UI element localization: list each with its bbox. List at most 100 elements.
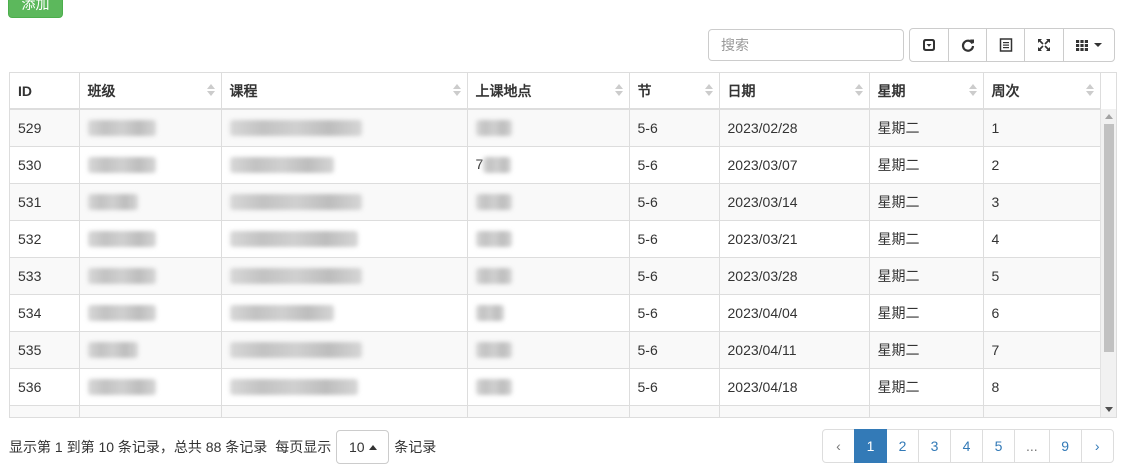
cell-id: 529 [10, 108, 80, 146]
redacted-content [87, 268, 156, 285]
cell-class [79, 145, 222, 183]
table-row[interactable]: 532 5-6 2023/03/21 星期二 4 [10, 219, 1101, 257]
cell-location [467, 293, 630, 331]
toggle-pagination-icon [923, 39, 935, 51]
redacted-content [229, 120, 362, 137]
page-3[interactable]: 3 [918, 429, 951, 463]
page-1[interactable]: 1 [854, 429, 887, 463]
cell-week-text: 3 [991, 193, 1000, 210]
cell-id-text: 531 [18, 193, 42, 210]
table-row[interactable]: 533 5-6 2023/03/28 星期二 5 [10, 256, 1101, 294]
column-header-date[interactable]: 日期 [719, 73, 870, 110]
cell-id-text: 533 [18, 267, 42, 284]
toggle-view-button[interactable] [986, 28, 1025, 62]
scroll-up-icon[interactable] [1105, 114, 1113, 119]
fullscreen-button[interactable] [1024, 28, 1064, 62]
cell-section: 5-6 [629, 330, 720, 368]
cell-date-text: 2023/03/21 [727, 230, 798, 247]
cell-week: 2 [983, 145, 1101, 183]
sort-icon [704, 84, 713, 96]
cell-week-text: 4 [991, 230, 1000, 247]
cell-weekday: 星期二 [869, 182, 984, 220]
toggle-pagination-button[interactable] [909, 28, 949, 62]
cell-section-text: 5-6 [637, 156, 658, 173]
cell-empty [869, 404, 984, 417]
table-row[interactable]: 536 5-6 2023/04/18 星期二 8 [10, 367, 1101, 405]
cell-location: 7 [467, 145, 630, 183]
caret-down-icon [1094, 43, 1102, 47]
search-input[interactable] [708, 29, 904, 61]
cell-date-text: 2023/02/28 [727, 119, 798, 136]
page-next[interactable]: › [1080, 429, 1114, 463]
cell-date-text: 2023/03/28 [727, 267, 798, 284]
table-row-partial [10, 404, 1101, 417]
redacted-content [229, 342, 362, 359]
cell-weekday: 星期二 [869, 219, 984, 257]
redacted-content [475, 268, 512, 285]
page-size-dropdown[interactable]: 10 [336, 430, 390, 464]
redacted-content [475, 231, 512, 248]
cell-id: 535 [10, 330, 80, 368]
page-2[interactable]: 2 [886, 429, 919, 463]
cell-empty [79, 404, 222, 417]
sort-icon [1085, 84, 1094, 96]
column-header-location[interactable]: 上课地点 [467, 73, 630, 110]
cell-weekday-text: 星期二 [877, 230, 920, 247]
cell-id: 532 [10, 219, 80, 257]
cell-date: 2023/04/04 [719, 293, 870, 331]
cell-date-text: 2023/04/18 [727, 378, 798, 395]
cell-section: 5-6 [629, 256, 720, 294]
redacted-content [229, 231, 358, 248]
data-table: ID 班级 课程 上课地点 节 日期 星期 周次 529 5-6 2023/02/2… [9, 72, 1117, 418]
cell-id: 536 [10, 367, 80, 405]
table-row[interactable]: 534 5-6 2023/04/04 星期二 6 [10, 293, 1101, 331]
refresh-button[interactable] [948, 28, 987, 62]
column-header-section[interactable]: 节 [629, 73, 720, 110]
column-header-week[interactable]: 周次 [983, 73, 1101, 110]
cell-class [79, 219, 222, 257]
cell-weekday: 星期二 [869, 330, 984, 368]
add-button[interactable]: 添加 [8, 0, 63, 18]
cell-weekday-text: 星期二 [877, 304, 920, 321]
column-header-id[interactable]: ID [10, 73, 80, 110]
cell-date: 2023/03/21 [719, 219, 870, 257]
cell-date: 2023/02/28 [719, 108, 870, 146]
page-ellipsis[interactable]: ... [1014, 429, 1050, 463]
page-9[interactable]: 9 [1048, 429, 1082, 463]
cell-section-text: 5-6 [637, 119, 658, 136]
table-row[interactable]: 531 5-6 2023/03/14 星期二 3 [10, 182, 1101, 220]
page-5[interactable]: 5 [982, 429, 1015, 463]
cell-class [79, 182, 222, 220]
table-row[interactable]: 529 5-6 2023/02/28 星期二 1 [10, 108, 1101, 146]
cell-class [79, 293, 222, 331]
cell-week: 8 [983, 367, 1101, 405]
cell-course [221, 367, 468, 405]
scroll-down-icon[interactable] [1105, 407, 1113, 412]
redacted-content [475, 342, 512, 359]
scrollbar-thumb[interactable] [1104, 124, 1114, 352]
columns-dropdown-button[interactable] [1063, 28, 1115, 62]
cell-week-text: 7 [991, 341, 1000, 358]
redacted-content [87, 120, 156, 137]
redacted-content [87, 231, 156, 248]
cell-id-text: 536 [18, 378, 42, 395]
table-row[interactable]: 535 5-6 2023/04/11 星期二 7 [10, 330, 1101, 368]
column-header-weekday[interactable]: 星期 [869, 73, 984, 110]
table-row[interactable]: 530 7 5-6 2023/03/07 星期二 2 [10, 145, 1101, 183]
redacted-content [229, 268, 362, 285]
sort-icon [452, 84, 461, 96]
cell-weekday: 星期二 [869, 256, 984, 294]
sort-icon [614, 84, 623, 96]
cell-date-text: 2023/04/04 [727, 304, 798, 321]
cell-location [467, 256, 630, 294]
column-header-course[interactable]: 课程 [221, 73, 468, 110]
vertical-scrollbar[interactable] [1100, 109, 1116, 417]
per-page-suffix: 条记录 [394, 439, 437, 455]
page-prev[interactable]: ‹ [822, 429, 855, 463]
cell-section: 5-6 [629, 145, 720, 183]
page-size-value: 10 [348, 439, 365, 455]
refresh-icon [961, 39, 974, 52]
page-4[interactable]: 4 [950, 429, 983, 463]
column-header-class[interactable]: 班级 [79, 73, 222, 110]
redacted-content [87, 342, 138, 359]
